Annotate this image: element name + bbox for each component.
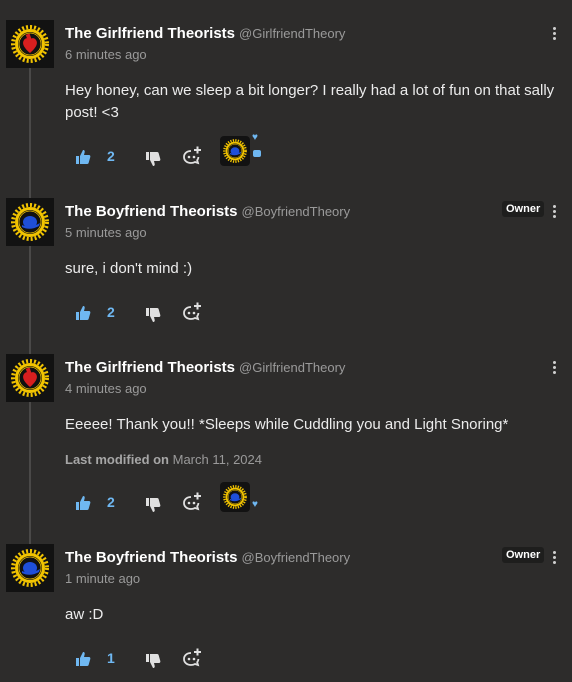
thumbs-up-icon[interactable] (75, 495, 91, 511)
author-name[interactable]: The Girlfriend Theorists @GirlfriendTheor… (65, 25, 345, 42)
avatar[interactable] (6, 198, 54, 246)
avatar[interactable] (6, 20, 54, 68)
like-count: 2 (107, 304, 115, 320)
thumbs-down-icon[interactable] (145, 497, 161, 513)
author-handle[interactable]: @BoyfriendTheory (242, 550, 351, 565)
blue-hat-avatar-icon (220, 482, 250, 512)
author-handle[interactable]: @BoyfriendTheory (242, 204, 351, 219)
author-label[interactable]: The Girlfriend Theorists (65, 359, 235, 376)
thumbs-down-icon[interactable] (145, 151, 161, 167)
blue-hat-avatar-icon (6, 198, 54, 246)
last-modified: Last modified on March 11, 2024 (65, 452, 262, 467)
thumbs-up-icon[interactable] (75, 305, 91, 321)
more-vertical-icon[interactable] (548, 26, 560, 42)
author-name[interactable]: The Boyfriend Theorists @BoyfriendTheory (65, 203, 350, 220)
thumbs-up-icon[interactable] (75, 651, 91, 667)
avatar[interactable] (6, 354, 54, 402)
avatar[interactable] (6, 544, 54, 592)
last-modified-date: March 11, 2024 (172, 452, 262, 467)
comment-actions: 2 ♥ (65, 133, 365, 170)
timestamp: 6 minutes ago (65, 47, 147, 62)
thumbs-down-icon[interactable] (145, 307, 161, 323)
timestamp: 1 minute ago (65, 571, 141, 586)
comment-text: aw :D (65, 606, 104, 623)
last-modified-label: Last modified on (65, 452, 169, 467)
timestamp: 5 minutes ago (65, 225, 147, 240)
comment-text: sure, i don't mind :) (65, 260, 193, 277)
reply-icon[interactable] (182, 492, 204, 512)
reply-icon[interactable] (182, 648, 204, 668)
more-vertical-icon[interactable] (548, 550, 560, 566)
owner-badge: Owner (502, 547, 545, 563)
thread-line (29, 68, 31, 568)
creator-heart: ♥ (220, 482, 262, 518)
creator-heart: ♥ (220, 132, 262, 172)
comment-text: Hey honey, can we sleep a bit longer? I … (65, 82, 555, 121)
comment-actions: 1 (65, 648, 365, 672)
author-label[interactable]: The Girlfriend Theorists (65, 25, 235, 42)
more-vertical-icon[interactable] (548, 204, 560, 220)
blue-hat-avatar-icon (220, 136, 250, 166)
comment-actions: 2 ♥ (65, 482, 365, 516)
red-heart-avatar-icon (6, 354, 54, 402)
thumbs-down-icon[interactable] (145, 653, 161, 669)
comment-actions: 2 (65, 302, 365, 326)
comment-text: Eeeee! Thank you!! *Sleeps while Cuddlin… (65, 416, 509, 433)
author-label[interactable]: The Boyfriend Theorists (65, 549, 238, 566)
thumbs-up-icon[interactable] (75, 149, 91, 165)
like-count: 2 (107, 494, 115, 510)
heart-icon: ♥ (252, 499, 258, 510)
author-handle[interactable]: @GirlfriendTheory (239, 26, 345, 41)
author-name[interactable]: The Boyfriend Theorists @BoyfriendTheory (65, 549, 350, 566)
blue-hat-avatar-icon (6, 544, 54, 592)
author-handle[interactable]: @GirlfriendTheory (239, 360, 345, 375)
timestamp: 4 minutes ago (65, 381, 147, 396)
more-vertical-icon[interactable] (548, 360, 560, 376)
heart-icon: ♥ (252, 132, 258, 143)
chat-bubble-icon (253, 150, 261, 157)
reply-icon[interactable] (182, 302, 204, 322)
author-name[interactable]: The Girlfriend Theorists @GirlfriendTheor… (65, 359, 345, 376)
author-label[interactable]: The Boyfriend Theorists (65, 203, 238, 220)
like-count: 1 (107, 650, 115, 666)
owner-badge: Owner (502, 201, 545, 217)
like-count: 2 (107, 148, 115, 164)
red-heart-avatar-icon (6, 20, 54, 68)
reply-icon[interactable] (182, 146, 204, 166)
